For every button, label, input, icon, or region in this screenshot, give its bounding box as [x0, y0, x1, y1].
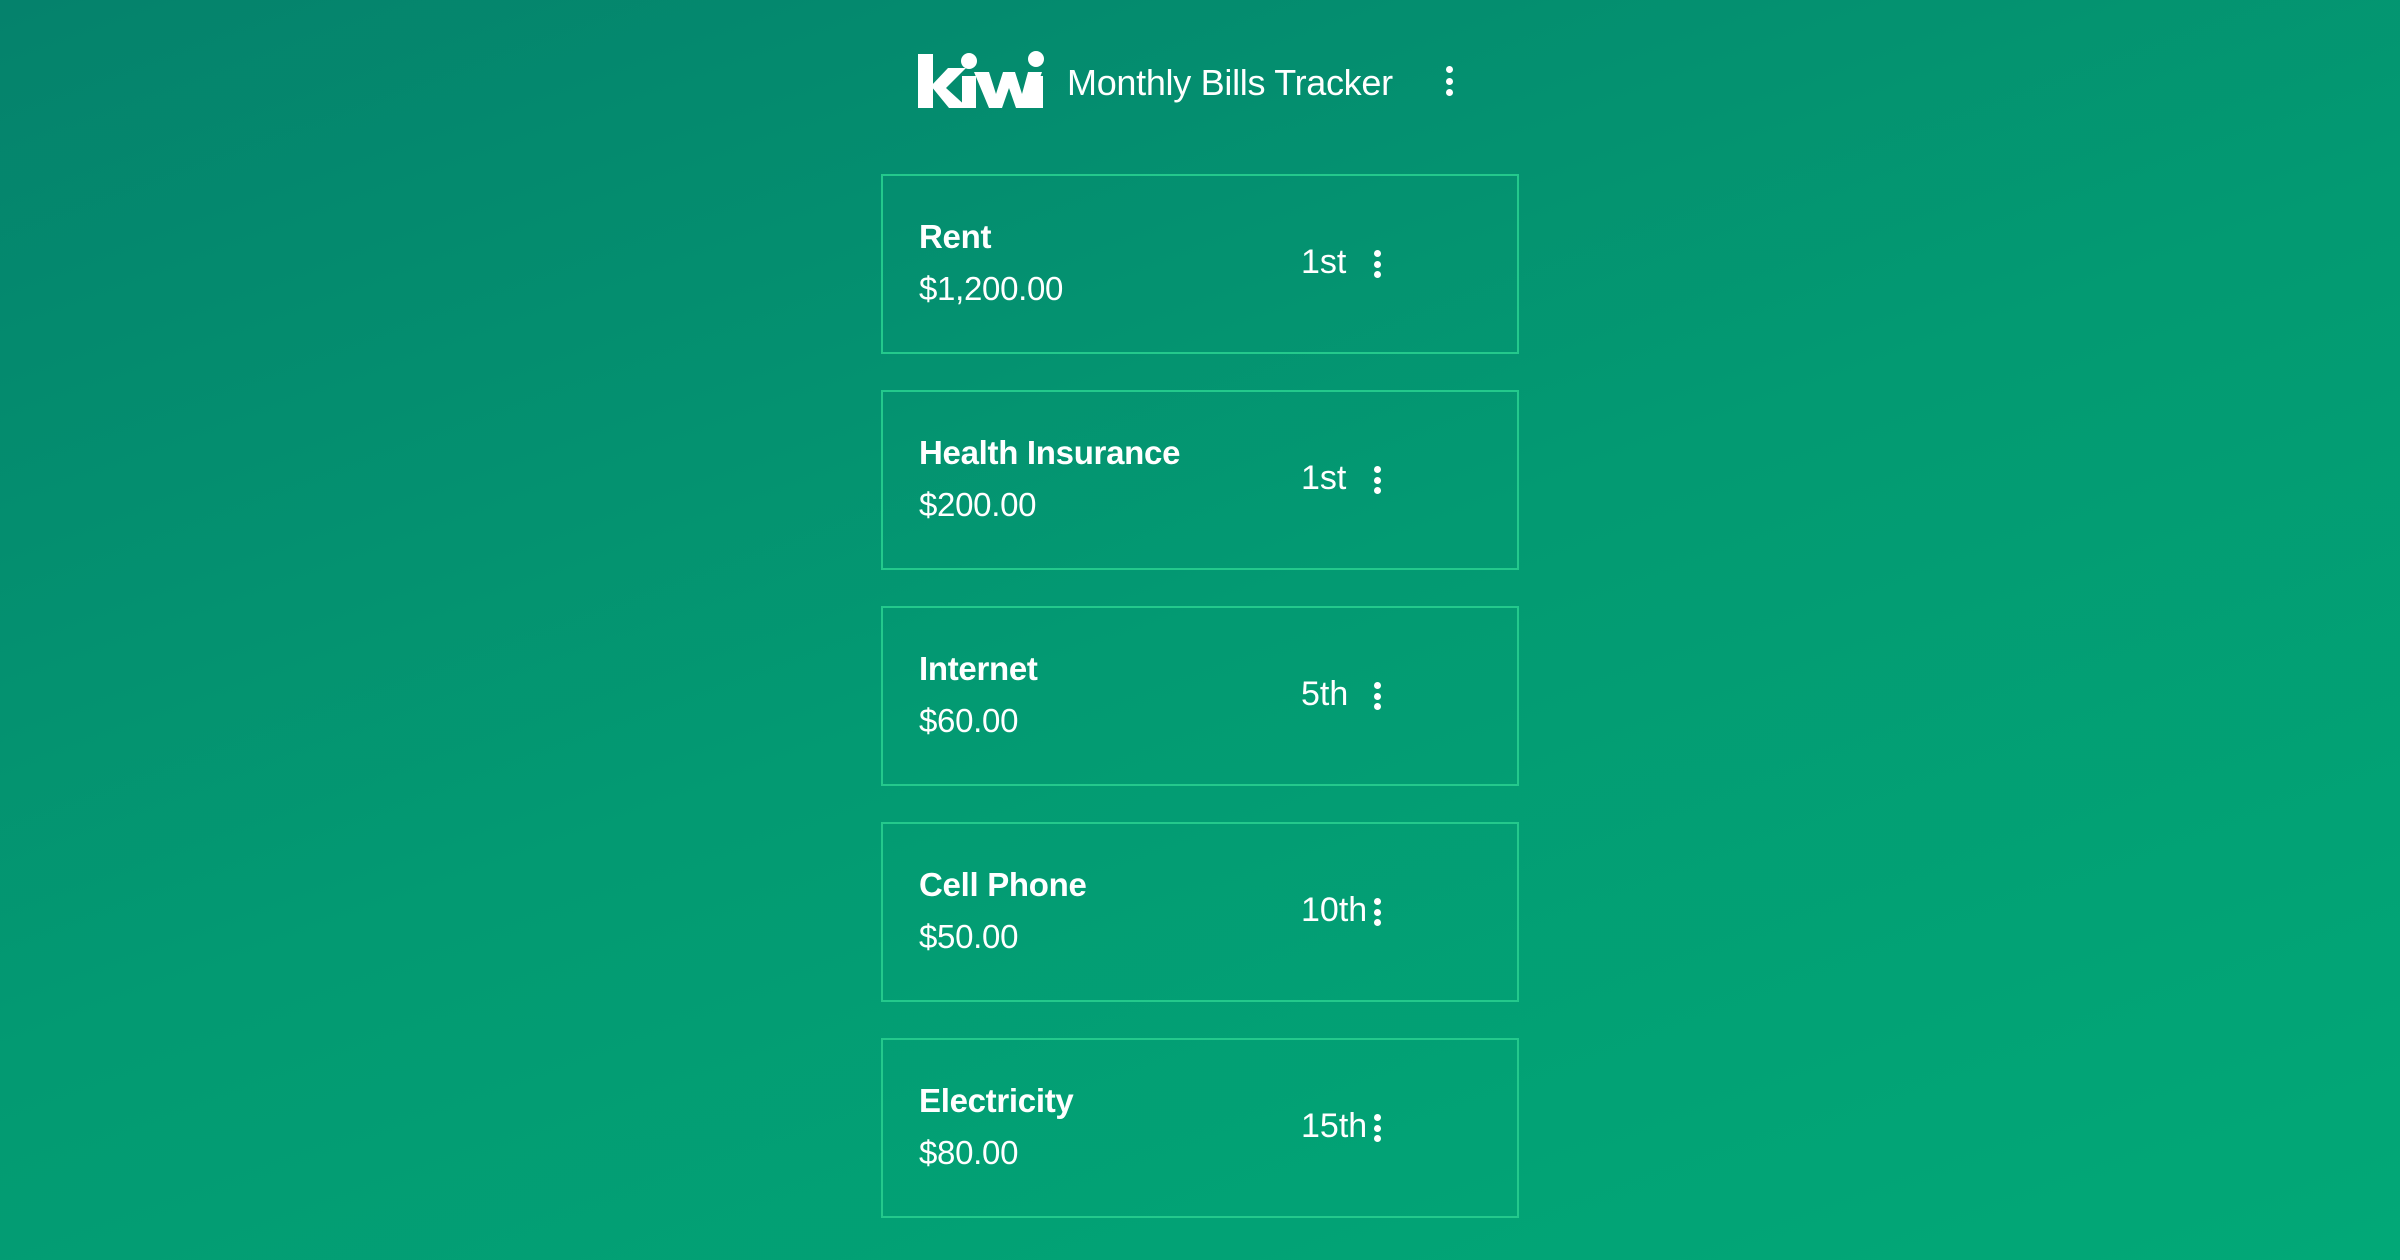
- bill-list: Rent $1,200.00 1st Health Insurance $200…: [881, 174, 1519, 1254]
- kiwi-logo[interactable]: [918, 48, 1044, 114]
- bill-name: Cell Phone: [919, 866, 1087, 903]
- more-vert-icon[interactable]: [1363, 682, 1391, 710]
- bill-card-internet[interactable]: Internet $60.00 5th: [881, 606, 1519, 786]
- bill-due-date: 1st: [1301, 459, 1347, 497]
- more-vert-icon[interactable]: [1363, 898, 1391, 926]
- bill-card-electricity[interactable]: Electricity $80.00 15th: [881, 1038, 1519, 1218]
- app-header: Monthly Bills Tracker: [880, 40, 1520, 130]
- bill-card-health-insurance[interactable]: Health Insurance $200.00 1st: [881, 390, 1519, 570]
- bill-amount: $60.00: [919, 702, 1019, 739]
- bill-amount: $80.00: [919, 1134, 1019, 1171]
- bill-amount: $1,200.00: [919, 270, 1064, 307]
- bill-card-rent[interactable]: Rent $1,200.00 1st: [881, 174, 1519, 354]
- bill-due-date: 5th: [1301, 675, 1349, 713]
- bill-due-date: 10th: [1301, 891, 1368, 929]
- bill-due-date: 15th: [1301, 1107, 1368, 1145]
- bill-card-cell-phone[interactable]: Cell Phone $50.00 10th: [881, 822, 1519, 1002]
- bill-name: Health Insurance: [919, 434, 1181, 471]
- bill-amount: $50.00: [919, 918, 1019, 955]
- more-vert-icon[interactable]: [1363, 250, 1391, 278]
- bill-name: Rent: [919, 218, 992, 255]
- app-title: Monthly Bills Tracker: [1067, 62, 1393, 103]
- more-vert-icon[interactable]: [1435, 66, 1463, 96]
- bill-name: Electricity: [919, 1082, 1074, 1119]
- bill-name: Internet: [919, 650, 1038, 687]
- bill-amount: $200.00: [919, 486, 1037, 523]
- bill-due-date: 1st: [1301, 243, 1347, 281]
- more-vert-icon[interactable]: [1363, 466, 1391, 494]
- more-vert-icon[interactable]: [1363, 1114, 1391, 1142]
